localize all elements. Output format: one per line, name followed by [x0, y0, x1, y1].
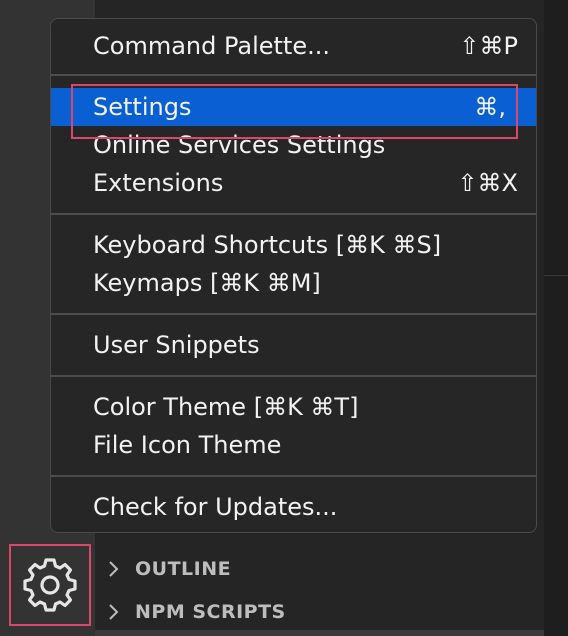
menu-item-shortcut: ⇧⌘P	[459, 32, 518, 60]
menu-item-label: Extensions	[93, 169, 224, 197]
menu-item-label: User Snippets	[93, 331, 260, 359]
menu-item-label: Keymaps [⌘K ⌘M]	[93, 269, 321, 297]
settings-highlight-box	[71, 84, 518, 139]
menu-item-label: Keyboard Shortcuts [⌘K ⌘S]	[93, 231, 442, 259]
chevron-right-icon	[109, 604, 119, 620]
menu-item-shortcut: ⇧⌘X	[457, 169, 518, 197]
menu-separator	[51, 74, 536, 76]
menu-item-label: Color Theme [⌘K ⌘T]	[93, 393, 359, 421]
editor-background	[544, 0, 568, 636]
menu-item-extensions[interactable]: Extensions ⇧⌘X	[51, 164, 536, 202]
menu-item-user-snippets[interactable]: User Snippets	[51, 326, 536, 364]
menu-item-label: Command Palette...	[93, 32, 330, 60]
outline-section-label: OUTLINE	[135, 558, 232, 580]
menu-item-keymaps[interactable]: Keymaps [⌘K ⌘M]	[51, 264, 536, 302]
menu-item-label: Check for Updates...	[93, 493, 338, 521]
status-strip	[95, 630, 544, 636]
chevron-right-icon	[109, 561, 119, 577]
menu-item-label: File Icon Theme	[93, 431, 282, 459]
menu-item-check-for-updates[interactable]: Check for Updates...	[51, 488, 536, 526]
menu-item-command-palette[interactable]: Command Palette... ⇧⌘P	[51, 27, 536, 65]
menu-separator	[51, 313, 536, 315]
menu-item-file-icon-theme[interactable]: File Icon Theme	[51, 426, 536, 464]
npm-scripts-section-label: NPM SCRIPTS	[135, 601, 286, 623]
menu-item-keyboard-shortcuts[interactable]: Keyboard Shortcuts [⌘K ⌘S]	[51, 226, 536, 264]
menu-separator	[51, 475, 536, 477]
gear-highlight-box	[9, 544, 91, 626]
menu-separator	[51, 375, 536, 377]
menu-separator	[51, 213, 536, 215]
menu-item-color-theme[interactable]: Color Theme [⌘K ⌘T]	[51, 388, 536, 426]
